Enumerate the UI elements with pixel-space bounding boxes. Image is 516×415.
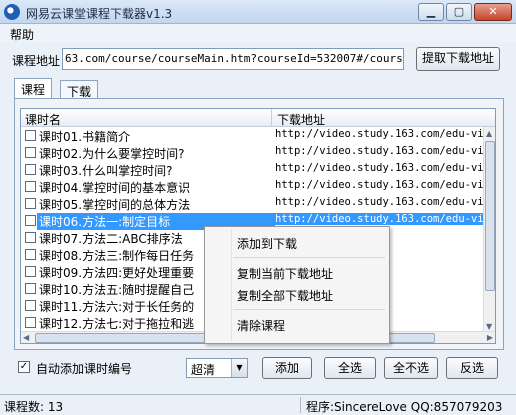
lesson-url: http://video.study.163.com/edu-vid bbox=[275, 162, 490, 174]
tab-download[interactable]: 下载 bbox=[60, 80, 99, 99]
lesson-name: 课时11.方法六:对于长任务的 bbox=[39, 300, 195, 314]
menu-bar: 帮助 bbox=[0, 24, 516, 42]
row-checkbox[interactable] bbox=[25, 130, 36, 141]
lesson-name: 课时07.方法二:ABC排序法 bbox=[39, 232, 183, 246]
add-button[interactable]: 添加 bbox=[262, 357, 312, 379]
context-menu-separator bbox=[233, 257, 385, 258]
lesson-url: http://video.study.163.com/edu-vid bbox=[275, 213, 490, 225]
scroll-down-icon[interactable]: ▼ bbox=[486, 322, 492, 331]
course-url-label: 课程地址 bbox=[12, 54, 61, 68]
lesson-url: http://video.study.163.com/edu-vid bbox=[275, 128, 490, 140]
list-header: 课时名 下载地址 bbox=[21, 109, 495, 127]
lesson-name: 课时12.方法七:对于拖拉和逃 bbox=[39, 317, 195, 331]
column-header-name[interactable]: 课时名 bbox=[25, 111, 61, 128]
context-add-to-download[interactable]: 添加到下载 bbox=[237, 235, 297, 252]
row-checkbox[interactable] bbox=[25, 215, 36, 226]
row-checkbox[interactable] bbox=[25, 198, 36, 209]
vertical-scroll-thumb[interactable] bbox=[485, 141, 495, 291]
invert-selection-button[interactable]: 反选 bbox=[446, 357, 498, 379]
quality-select[interactable]: 超清 ▼ bbox=[186, 358, 248, 378]
table-row[interactable]: 课时03.什么叫掌控时间? http://video.study.163.com/… bbox=[21, 161, 490, 178]
tab-course[interactable]: 课程 bbox=[14, 78, 53, 98]
row-checkbox[interactable] bbox=[25, 317, 36, 328]
lesson-name: 课时08.方法三:制作每日任务 bbox=[39, 249, 195, 263]
lesson-name: 课时01.书籍简介 bbox=[39, 130, 131, 144]
table-row[interactable]: 课时01.书籍简介 http://video.study.163.com/edu-… bbox=[21, 127, 490, 144]
context-menu-separator bbox=[233, 309, 385, 310]
lesson-url: http://video.study.163.com/edu-vid bbox=[275, 196, 490, 208]
table-row[interactable]: 课时04.掌控时间的基本意识 http://video.study.163.com… bbox=[21, 178, 490, 195]
maximize-button[interactable]: ▢ bbox=[446, 3, 472, 21]
window-title: 网易云课堂课程下载器v1.3 bbox=[26, 7, 173, 21]
lesson-url: http://video.study.163.com/edu-vid bbox=[275, 145, 490, 157]
row-checkbox[interactable] bbox=[25, 147, 36, 158]
context-copy-all-urls[interactable]: 复制全部下载地址 bbox=[237, 287, 333, 304]
context-menu-gutter bbox=[231, 229, 232, 341]
status-bar: 课程数: 13 程序:SincereLove QQ:857079203 bbox=[0, 394, 516, 415]
title-bar: 网易云课堂课程下载器v1.3 ▁ ▢ ✕ bbox=[0, 0, 516, 24]
minimize-button[interactable]: ▁ bbox=[418, 3, 444, 21]
status-divider bbox=[300, 397, 301, 413]
auto-number-label: 自动添加课时编号 bbox=[36, 362, 133, 376]
scroll-up-icon[interactable]: ▲ bbox=[486, 129, 492, 138]
course-count: 课程数: 13 bbox=[4, 400, 64, 414]
menu-help[interactable]: 帮助 bbox=[10, 26, 34, 43]
close-button[interactable]: ✕ bbox=[474, 3, 512, 21]
row-checkbox[interactable] bbox=[25, 300, 36, 311]
lesson-name: 课时04.掌控时间的基本意识 bbox=[39, 181, 191, 195]
lesson-url: http://video.study.163.com/edu-vid bbox=[275, 179, 490, 191]
context-menu: 添加到下载 复制当前下载地址 复制全部下载地址 清除课程 bbox=[204, 226, 390, 344]
row-checkbox[interactable] bbox=[25, 249, 36, 260]
select-all-button[interactable]: 全选 bbox=[324, 357, 376, 379]
fetch-download-url-button[interactable]: 提取下载地址 bbox=[416, 47, 500, 71]
table-row[interactable]: 课时05.掌控时间的总体方法 http://video.study.163.com… bbox=[21, 195, 490, 212]
context-clear-course[interactable]: 清除课程 bbox=[237, 317, 285, 334]
chevron-down-icon[interactable]: ▼ bbox=[231, 359, 247, 377]
author-info: 程序:SincereLove QQ:857079203 bbox=[306, 400, 503, 414]
row-checkbox[interactable] bbox=[25, 164, 36, 175]
lesson-name: 课时02.为什么要掌控时间? bbox=[39, 147, 185, 161]
column-header-url[interactable]: 下载地址 bbox=[277, 111, 325, 128]
column-divider[interactable] bbox=[271, 109, 272, 127]
table-row[interactable]: 课时02.为什么要掌控时间? http://video.study.163.com… bbox=[21, 144, 490, 161]
lesson-name: 课时03.什么叫掌控时间? bbox=[39, 164, 173, 178]
row-checkbox[interactable] bbox=[25, 266, 36, 277]
vertical-scrollbar[interactable]: ▲ ▼ bbox=[483, 127, 495, 333]
auto-number-checkbox[interactable]: ✓ bbox=[18, 361, 30, 373]
context-copy-current-url[interactable]: 复制当前下载地址 bbox=[237, 265, 333, 282]
select-none-button[interactable]: 全不选 bbox=[384, 357, 438, 379]
scroll-right-icon[interactable]: ▶ bbox=[487, 333, 493, 342]
course-url-input[interactable]: 63.com/course/courseMain.htm?courseId=53… bbox=[62, 48, 404, 70]
row-checkbox[interactable] bbox=[25, 232, 36, 243]
lesson-name: 课时09.方法四:更好处理重要 bbox=[39, 266, 195, 280]
row-checkbox[interactable] bbox=[25, 181, 36, 192]
app-icon bbox=[4, 4, 20, 20]
quality-select-value: 超清 bbox=[191, 363, 216, 377]
row-checkbox[interactable] bbox=[25, 283, 36, 294]
lesson-name: 课时05.掌控时间的总体方法 bbox=[39, 198, 191, 212]
lesson-name: 课时10.方法五:随时提醒自己 bbox=[39, 283, 195, 297]
scroll-left-icon[interactable]: ◀ bbox=[23, 333, 29, 342]
